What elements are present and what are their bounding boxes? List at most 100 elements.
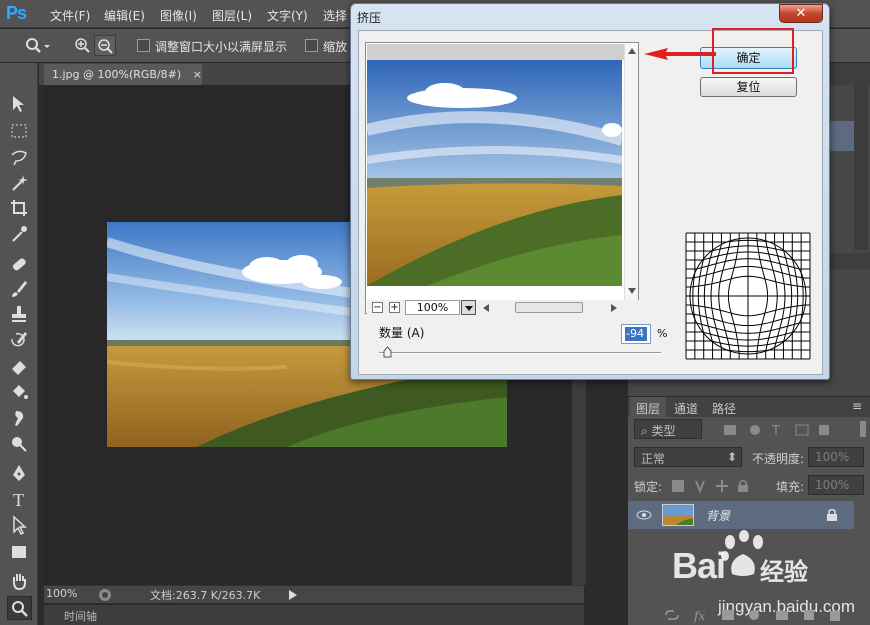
amount-input[interactable]: -94 [621, 324, 651, 344]
scroll-right-icon[interactable] [611, 304, 617, 312]
amount-unit: % [657, 327, 668, 340]
preview-zoom-out-button[interactable]: − [372, 302, 383, 313]
photoshop-logo: Ps [6, 3, 27, 23]
document-size: 文档:263.7 K/263.7K [150, 589, 261, 602]
preview-vertical-scrollbar[interactable] [624, 44, 638, 300]
lock-icons-row[interactable] [672, 479, 752, 493]
panel-scrollbar[interactable] [854, 85, 868, 250]
fit-window-label: 调整窗口大小以满屏显示 [155, 40, 288, 54]
fit-window-checkbox[interactable] [137, 39, 150, 52]
lock-icon [827, 508, 837, 521]
search-icon: ⌕ [641, 424, 652, 438]
preview-zoom-in-button[interactable]: + [389, 302, 400, 313]
layers-footer-icons[interactable]: fx [664, 607, 844, 623]
layer-name[interactable]: 背景 [706, 507, 730, 524]
preview-zoom-field[interactable]: 100% [405, 300, 460, 315]
tab-paths[interactable]: 路径 [712, 400, 736, 417]
crop-tool-icon[interactable] [8, 197, 30, 219]
status-menu-arrow-icon[interactable] [288, 589, 298, 601]
tools-panel: T [0, 63, 38, 625]
close-icon[interactable]: × [193, 68, 202, 81]
clone-stamp-tool-icon[interactable] [8, 303, 30, 325]
menu-edit[interactable]: 编辑(E) [104, 7, 145, 24]
eye-icon[interactable] [636, 509, 652, 521]
document-tab[interactable]: 1.jpg @ 100%(RGB/8#) × [44, 64, 202, 85]
minus-icon: − [373, 302, 382, 313]
zoom-in-icon[interactable] [74, 37, 92, 55]
blend-mode-select[interactable]: 正常 ⬍ [634, 447, 742, 467]
zoom-tool-icon[interactable] [24, 37, 50, 55]
hand-tool-icon[interactable] [8, 570, 30, 592]
zoom-out-button[interactable] [94, 35, 116, 56]
fill-label: 填充: [776, 480, 805, 494]
layer-row-background[interactable]: 背景 [628, 501, 854, 529]
preview-zoom-dropdown[interactable] [461, 300, 476, 315]
rectangle-tool-icon[interactable] [8, 541, 30, 563]
magic-wand-tool-icon[interactable] [8, 172, 30, 194]
tab-channels[interactable]: 通道 [674, 400, 698, 417]
fill-input[interactable]: 100% [808, 475, 864, 495]
timeline-label[interactable]: 时间轴 [64, 608, 97, 624]
dialog-title: 挤压 [357, 11, 382, 25]
lock-label: 锁定: [634, 480, 663, 494]
paint-bucket-tool-icon[interactable] [8, 381, 30, 403]
eraser-tool-icon[interactable] [8, 355, 30, 377]
healing-brush-tool-icon[interactable] [8, 253, 30, 275]
preview-horizontal-scrollthumb[interactable] [515, 302, 583, 313]
pen-tool-icon[interactable] [8, 462, 30, 484]
path-selection-tool-icon[interactable] [8, 514, 30, 536]
layers-panel: 图层 通道 路径 ≡ ⌕ 类型 T 正常 ⬍ 不透明度: 100% 锁定: 填充… [628, 396, 870, 625]
zoom-all-label: 缩放 [323, 40, 348, 54]
zoom-tool-icon [12, 601, 28, 617]
dodge-tool-icon[interactable] [8, 433, 30, 455]
status-bar: 100% 文档:263.7 K/263.7K [44, 585, 584, 603]
filter-preview-image[interactable] [367, 60, 622, 286]
preview-top-band [367, 44, 624, 60]
lasso-tool-icon[interactable] [8, 147, 30, 169]
menu-type[interactable]: 文字(Y) [267, 7, 308, 24]
eyedropper-tool-icon[interactable] [8, 223, 30, 245]
dialog-close-button[interactable]: ✕ [779, 4, 823, 23]
zoom-readout[interactable]: 100% [46, 587, 77, 600]
history-brush-tool-icon[interactable] [8, 329, 30, 351]
amount-slider-thumb[interactable] [383, 346, 392, 358]
move-tool-icon[interactable] [8, 93, 30, 115]
tab-layers[interactable]: 图层 [636, 400, 660, 417]
scroll-down-icon[interactable] [628, 288, 636, 294]
annotation-arrow-icon [644, 48, 716, 60]
fill-value: 100% [815, 478, 850, 492]
reset-button[interactable]: 复位 [700, 77, 797, 97]
status-info-icon[interactable] [98, 588, 112, 602]
panel-menu-icon[interactable]: ≡ [852, 399, 862, 413]
smudge-tool-icon[interactable] [8, 407, 30, 429]
menu-image[interactable]: 图像(I) [160, 7, 197, 24]
opacity-label: 不透明度: [752, 452, 805, 466]
svg-text:T: T [771, 424, 780, 437]
filter-toggle[interactable] [860, 421, 866, 437]
menu-layer[interactable]: 图层(L) [212, 7, 252, 24]
filter-icons-row[interactable]: T [724, 423, 844, 437]
amount-slider-track[interactable] [379, 352, 661, 354]
menu-file[interactable]: 文件(F) [50, 7, 90, 24]
type-tool-icon[interactable]: T [8, 488, 30, 510]
layer-filter-select[interactable]: ⌕ 类型 [634, 419, 702, 439]
marquee-tool-icon[interactable] [8, 120, 30, 142]
chevron-down-icon: ⬍ [726, 450, 737, 464]
watermark-brand-cn: 经验 [760, 558, 808, 586]
layer-filter-value: 类型 [651, 424, 676, 438]
timeline-panel-bar: 时间轴 [44, 604, 584, 625]
document-tab-title: 1.jpg @ 100%(RGB/8#) [52, 68, 182, 81]
svg-text:T: T [13, 490, 24, 510]
blend-mode-value: 正常 [641, 452, 666, 466]
menu-select[interactable]: 选择 [323, 7, 347, 24]
scroll-up-icon[interactable] [628, 48, 636, 54]
preview-zoom-value: 100% [416, 301, 449, 314]
scroll-left-icon[interactable] [483, 304, 489, 312]
watermark-brand: Bai [672, 545, 726, 586]
zoom-tool-button[interactable] [7, 596, 32, 620]
reset-button-label: 复位 [736, 80, 761, 94]
distortion-mesh-preview [685, 232, 811, 360]
brush-tool-icon[interactable] [8, 278, 30, 300]
opacity-input[interactable]: 100% [808, 447, 864, 467]
zoom-all-checkbox[interactable] [305, 39, 318, 52]
